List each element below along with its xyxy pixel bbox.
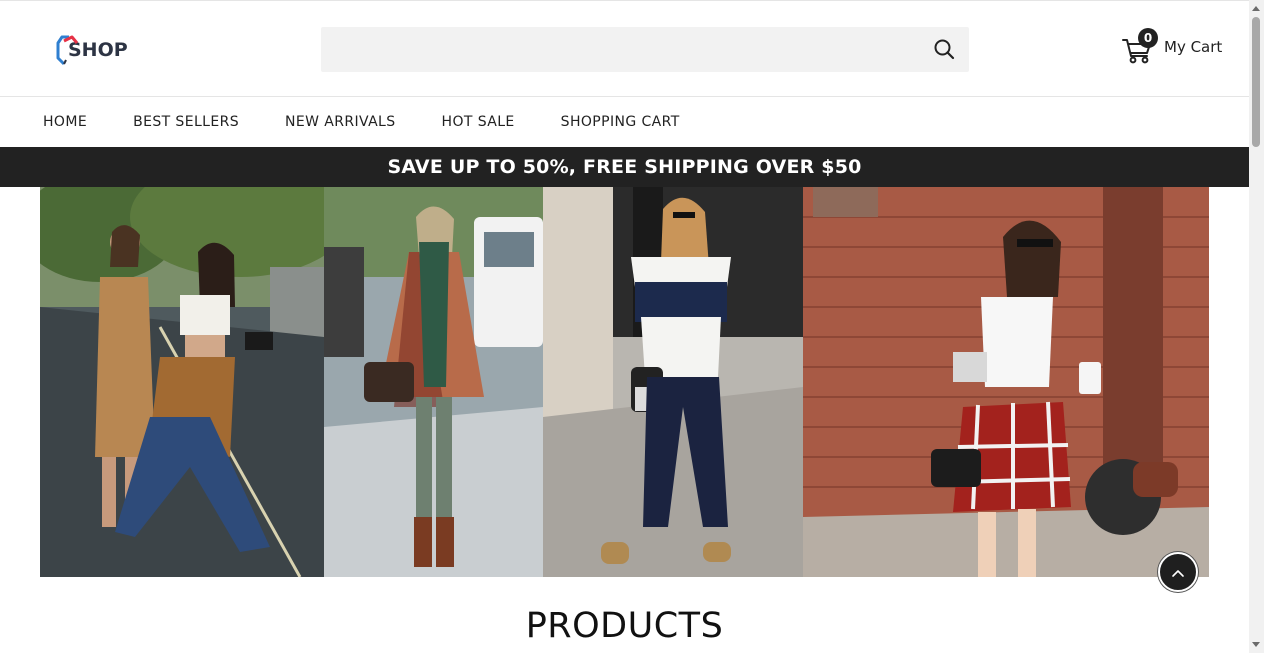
section-title-products: PRODUCTS (525, 606, 724, 646)
nav-item-new-arrivals[interactable]: NEW ARRIVALS (285, 114, 396, 130)
nav-item-best-sellers[interactable]: BEST SELLERS (133, 114, 239, 130)
search-icon[interactable] (933, 38, 955, 60)
nav-item-hot-sale[interactable]: HOT SALE (442, 114, 515, 130)
cart-count-badge: 0 (1138, 28, 1158, 48)
scroll-up-arrow-icon[interactable] (1252, 6, 1260, 11)
cart-icon (1121, 39, 1153, 69)
scroll-down-arrow-icon[interactable] (1252, 642, 1260, 647)
shop-logo[interactable]: SHOP (55, 33, 128, 67)
scroll-to-top-button[interactable] (1158, 552, 1198, 592)
logo-mark-icon (55, 34, 83, 66)
promo-banner: SAVE UP TO 50%, FREE SHIPPING OVER $50 (0, 147, 1249, 187)
page-scrollbar[interactable] (1249, 0, 1264, 653)
hero-image-plaid-cape (324, 187, 543, 577)
chevron-up-icon (1171, 563, 1185, 582)
site-header: SHOP 0 My Cart (0, 0, 1249, 97)
hero-image-striped-tee (543, 187, 803, 577)
search-bar (321, 27, 969, 72)
scrollbar-thumb[interactable] (1252, 17, 1260, 147)
nav-item-shopping-cart[interactable]: SHOPPING CART (561, 114, 680, 130)
hero-image-flannel-skirt (803, 187, 1209, 577)
nav-item-home[interactable]: HOME (43, 114, 87, 130)
cart-label: My Cart (1164, 38, 1223, 56)
hero-image-street-duo (40, 187, 324, 577)
cart-button[interactable]: 0 My Cart (1121, 28, 1223, 65)
main-nav: HOME BEST SELLERS NEW ARRIVALS HOT SALE … (0, 97, 1249, 147)
search-input[interactable] (321, 27, 921, 72)
hero-banner[interactable] (40, 187, 1209, 577)
page: SHOP 0 My Cart HOME BEST SELLERS NEW ARR… (0, 0, 1249, 653)
